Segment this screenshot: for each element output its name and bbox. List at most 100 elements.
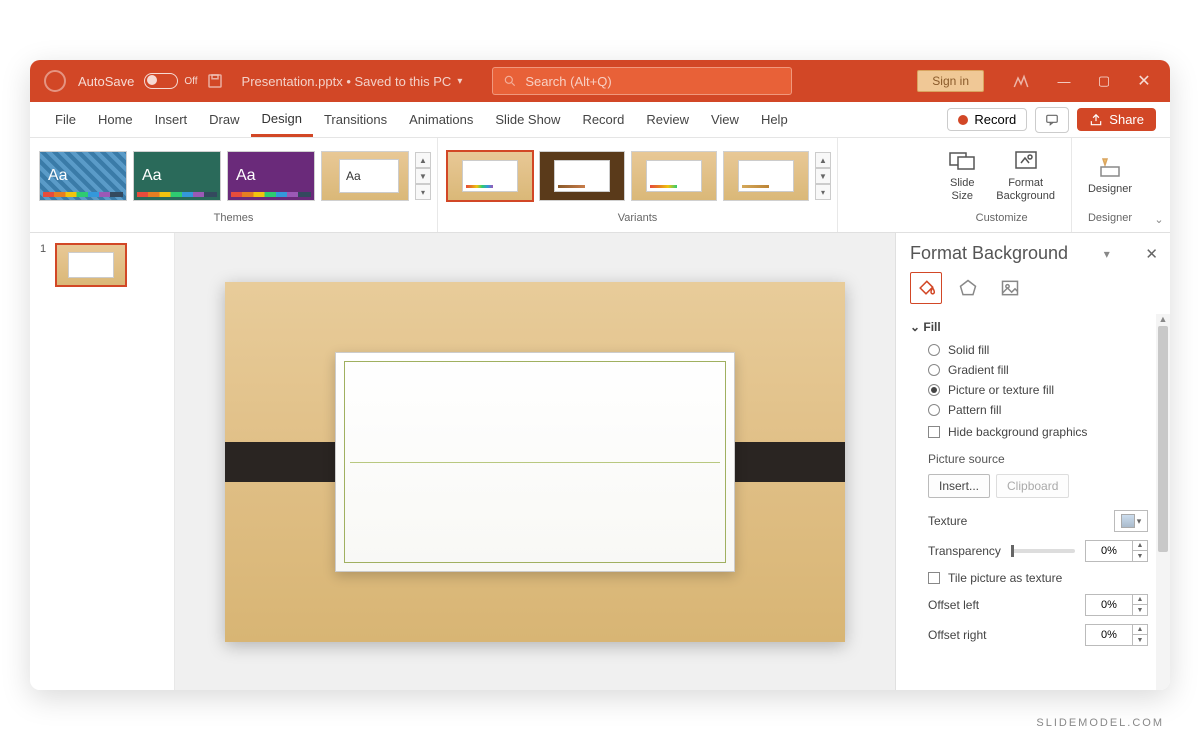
search-icon <box>503 74 517 88</box>
variants-up-button[interactable]: ▲ <box>815 152 831 168</box>
draw-mode-icon[interactable] <box>1012 72 1030 90</box>
variant-option-2[interactable] <box>539 151 625 201</box>
slide-thumbnails-panel: 1 <box>30 233 175 690</box>
panel-tab-fill[interactable] <box>910 272 942 304</box>
tab-view[interactable]: View <box>700 102 750 137</box>
tab-draw[interactable]: Draw <box>198 102 250 137</box>
theme-option-4[interactable]: Aa <box>321 151 409 201</box>
solid-fill-radio[interactable]: Solid fill <box>910 340 1166 360</box>
slide-size-button[interactable]: Slide Size <box>938 149 986 203</box>
texture-dropdown[interactable]: ▾ <box>1114 510 1148 532</box>
current-slide[interactable] <box>225 282 845 642</box>
hide-bg-checkbox[interactable]: Hide background graphics <box>910 420 1166 444</box>
fill-section-header[interactable]: ⌄ Fill <box>910 314 1166 340</box>
panel-tab-effects[interactable] <box>952 272 984 304</box>
tab-design[interactable]: Design <box>251 102 313 137</box>
tab-help[interactable]: Help <box>750 102 799 137</box>
slide-number-1: 1 <box>40 243 46 255</box>
variant-option-1[interactable] <box>447 151 533 201</box>
tab-review[interactable]: Review <box>635 102 700 137</box>
tab-home[interactable]: Home <box>87 102 144 137</box>
tab-file[interactable]: File <box>44 102 87 137</box>
insert-picture-button[interactable]: Insert... <box>928 474 990 498</box>
watermark: SLIDEMODEL.COM <box>1036 717 1164 729</box>
variants-down-button[interactable]: ▼ <box>815 168 831 184</box>
themes-group: Aa Aa Aa Aa ▲ ▼ ▾ Themes <box>30 138 438 232</box>
variants-gallery-scroll: ▲ ▼ ▾ <box>815 152 831 200</box>
tab-insert[interactable]: Insert <box>144 102 199 137</box>
themes-more-button[interactable]: ▾ <box>415 184 431 200</box>
save-icon[interactable] <box>206 72 224 90</box>
variants-more-button[interactable]: ▾ <box>815 184 831 200</box>
tile-checkbox[interactable]: Tile picture as texture <box>910 566 1166 590</box>
format-background-button[interactable]: Format Background <box>986 149 1065 203</box>
sign-in-button[interactable]: Sign in <box>917 70 984 92</box>
tab-transitions[interactable]: Transitions <box>313 102 398 137</box>
record-dot-icon <box>958 115 968 125</box>
comment-icon <box>1044 113 1060 127</box>
customize-group-label: Customize <box>938 210 1065 228</box>
panel-title: Format Background <box>910 243 1068 264</box>
panel-menu-icon[interactable]: ▾ <box>1104 247 1110 261</box>
slide-thumbnail-1[interactable] <box>55 243 127 287</box>
tab-record[interactable]: Record <box>571 102 635 137</box>
theme-option-2[interactable]: Aa <box>133 151 221 201</box>
share-button[interactable]: Share <box>1077 108 1156 131</box>
tab-slideshow[interactable]: Slide Show <box>484 102 571 137</box>
format-background-panel: Format Background ▾ ✕ ▲ ⌄ Fill Solid fil… <box>895 233 1170 690</box>
designer-group: Designer Designer <box>1072 138 1148 232</box>
variants-group-label: Variants <box>444 210 831 228</box>
designer-group-label: Designer <box>1078 210 1142 228</box>
record-button[interactable]: Record <box>947 108 1027 131</box>
themes-group-label: Themes <box>36 210 431 228</box>
themes-up-button[interactable]: ▲ <box>415 152 431 168</box>
theme-option-1[interactable]: Aa <box>39 151 127 201</box>
panel-close-button[interactable]: ✕ <box>1145 245 1158 263</box>
slide-size-icon <box>948 149 976 173</box>
picture-fill-radio[interactable]: Picture or texture fill <box>910 380 1166 400</box>
autosave-state: Off <box>184 76 197 87</box>
app-icon <box>44 70 66 92</box>
customize-group: Slide Size Format Background Customize <box>932 138 1072 232</box>
tab-animations[interactable]: Animations <box>398 102 484 137</box>
search-input[interactable]: Search (Alt+Q) <box>492 67 792 95</box>
gradient-fill-radio[interactable]: Gradient fill <box>910 360 1166 380</box>
variant-option-3[interactable] <box>631 151 717 201</box>
minimize-button[interactable]: — <box>1044 74 1084 89</box>
transparency-slider[interactable] <box>1011 549 1075 553</box>
transparency-spinner[interactable]: ▲▼ <box>1085 540 1148 562</box>
panel-body: ▲ ⌄ Fill Solid fill Gradient fill Pictur… <box>896 314 1170 690</box>
pattern-fill-radio[interactable]: Pattern fill <box>910 400 1166 420</box>
panel-tab-picture[interactable] <box>994 272 1026 304</box>
title-dropdown-icon[interactable]: ▾ <box>457 76 462 87</box>
document-title: Presentation.pptx • Saved to this PC <box>242 74 452 89</box>
offset-left-label: Offset left <box>928 598 979 612</box>
offset-right-spinner[interactable]: ▲▼ <box>1085 624 1148 646</box>
panel-scrollbar[interactable]: ▲ <box>1156 314 1170 690</box>
share-icon <box>1089 113 1103 127</box>
picture-source-label: Picture source <box>910 444 1166 470</box>
variant-option-4[interactable] <box>723 151 809 201</box>
themes-gallery-scroll: ▲ ▼ ▾ <box>415 152 431 200</box>
work-area: 1 Format Background ▾ ✕ <box>30 233 1170 690</box>
designer-icon <box>1097 155 1123 179</box>
close-button[interactable]: ✕ <box>1124 71 1164 91</box>
slide-canvas[interactable] <box>175 233 895 690</box>
offset-left-spinner[interactable]: ▲▼ <box>1085 594 1148 616</box>
format-bg-icon <box>1013 149 1039 173</box>
maximize-button[interactable]: ▢ <box>1084 73 1124 89</box>
search-placeholder: Search (Alt+Q) <box>525 74 611 89</box>
designer-button[interactable]: Designer <box>1078 155 1142 196</box>
slide-title-placeholder[interactable] <box>335 352 735 572</box>
theme-option-3[interactable]: Aa <box>227 151 315 201</box>
collapse-ribbon-button[interactable]: ⌄ <box>1148 138 1170 232</box>
comments-button[interactable] <box>1035 107 1069 133</box>
transparency-label: Transparency <box>928 544 1001 558</box>
autosave-label: AutoSave <box>78 74 134 89</box>
texture-label: Texture <box>928 514 967 528</box>
pentagon-icon <box>958 278 978 298</box>
themes-down-button[interactable]: ▼ <box>415 168 431 184</box>
picture-icon <box>1000 278 1020 298</box>
ribbon-tabs: File Home Insert Draw Design Transitions… <box>30 102 1170 138</box>
autosave-toggle[interactable] <box>144 73 178 89</box>
